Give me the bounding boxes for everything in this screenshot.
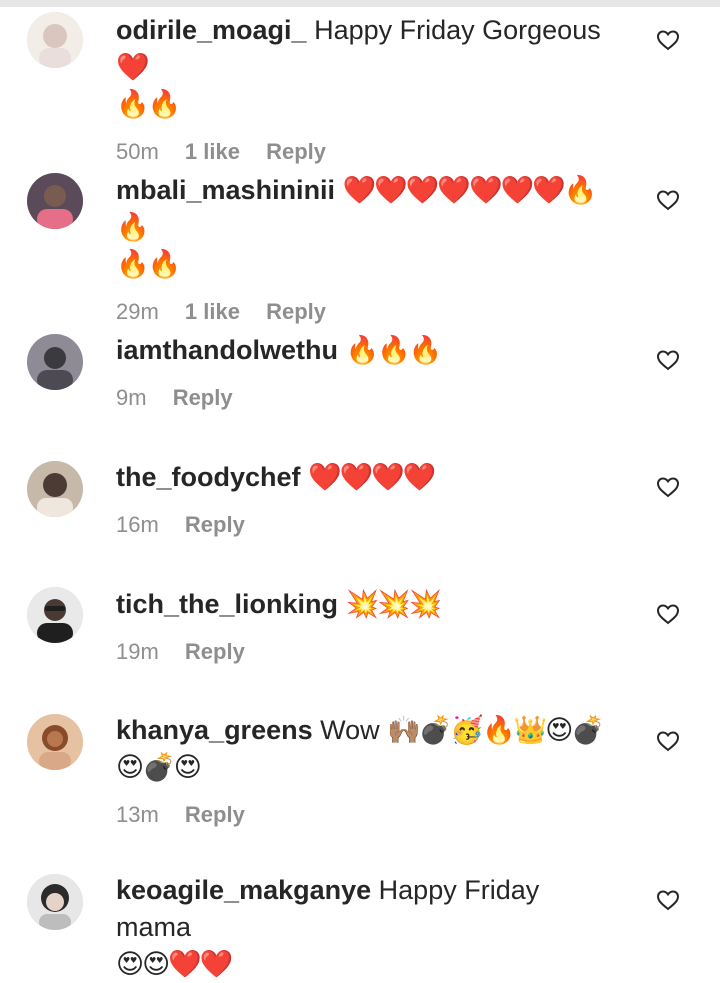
timestamp: 16m [116,512,159,537]
avatar[interactable] [27,461,83,517]
username[interactable]: iamthandolwethu [116,335,338,365]
avatar[interactable] [27,334,83,390]
emoji-text: 🙌🏽💣🥳🔥👑😍💣 [387,715,605,745]
emoji-text: 🔥🔥 [116,249,181,279]
emoji-text: 💥💥💥 [345,589,443,619]
timestamp: 29m [116,299,159,324]
reply-button[interactable]: Reply [266,299,326,324]
heart-icon[interactable] [656,189,680,211]
reply-button[interactable]: Reply [266,139,326,164]
emoji-text: 🔥🔥 [116,89,181,119]
username[interactable]: odirile_moagi_ [116,15,307,45]
emoji-text: 😍😍❤️❤️ [116,949,234,979]
comment-body: iamthandolwethu 🔥🔥🔥 9m Reply [116,332,621,413]
top-divider [0,0,720,7]
comment-body: odirile_moagi_ Happy Friday Gorgeous ❤️ … [116,12,621,167]
comment-body: tich_the_lionking 💥💥💥 19m Reply [116,586,621,667]
timestamp: 13m [116,802,159,827]
comment-meta: 29m 1 like Reply [116,297,621,327]
avatar[interactable] [27,12,83,68]
comment-meta: 13m Reply [116,800,621,830]
comment-body: khanya_greens Wow 🙌🏽💣🥳🔥👑😍💣 😍💣😍 13m Reply [116,712,621,830]
emoji-text: 😍💣😍 [116,752,202,782]
comment-text: Wow [320,715,380,745]
comment-body: keoagile_makganye Happy Friday mama 😍😍❤️… [116,872,621,983]
avatar[interactable] [27,714,83,770]
comment-meta: 50m 1 like Reply [116,137,621,167]
emoji-text: ❤️❤️❤️❤️ [308,462,436,492]
reply-button[interactable]: Reply [185,639,245,664]
username[interactable]: keoagile_makganye [116,875,371,905]
comment-body: mbali_mashininii ❤️❤️❤️❤️❤️❤️❤️🔥🔥 🔥🔥 29m… [116,172,621,327]
heart-icon[interactable] [656,730,680,752]
username[interactable]: the_foodychef [116,462,301,492]
avatar[interactable] [27,587,83,643]
timestamp: 50m [116,139,159,164]
avatar[interactable] [27,874,83,930]
heart-icon[interactable] [656,349,680,371]
timestamp: 9m [116,385,147,410]
heart-icon[interactable] [656,603,680,625]
reply-button[interactable]: Reply [185,802,245,827]
likes-count[interactable]: 1 like [185,139,240,164]
likes-count[interactable]: 1 like [185,299,240,324]
reply-button[interactable]: Reply [173,385,233,410]
heart-icon[interactable] [656,889,680,911]
comment-meta: 9m Reply [116,383,621,413]
timestamp: 19m [116,639,159,664]
comment-body: the_foodychef ❤️❤️❤️❤️ 16m Reply [116,459,621,540]
username[interactable]: tich_the_lionking [116,589,338,619]
heart-icon[interactable] [656,476,680,498]
heart-icon[interactable] [656,29,680,51]
comment-meta: 16m Reply [116,510,621,540]
username[interactable]: khanya_greens [116,715,313,745]
avatar[interactable] [27,173,83,229]
emoji-text: 🔥🔥🔥 [345,335,443,365]
reply-button[interactable]: Reply [185,512,245,537]
username[interactable]: mbali_mashininii [116,175,335,205]
comment-text: Happy Friday Gorgeous [314,15,601,45]
comment-meta: 19m Reply [116,637,621,667]
emoji-text: ❤️ [116,52,150,82]
